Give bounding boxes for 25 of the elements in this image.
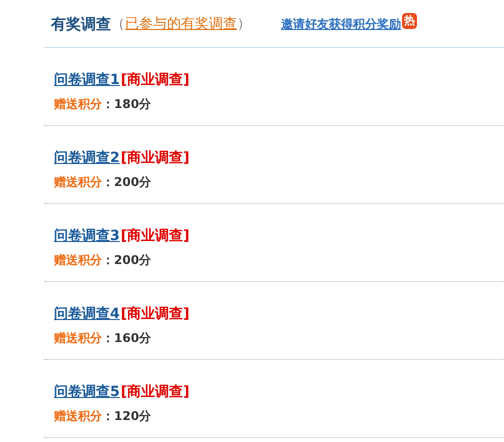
points-label: 赠送积分 <box>54 174 102 191</box>
survey-link[interactable]: 问卷调查5 <box>54 383 120 401</box>
points-value: ：200分 <box>102 174 152 191</box>
points-label: 赠送积分 <box>54 252 102 269</box>
survey-link[interactable]: 问卷调查3 <box>54 227 120 245</box>
survey-tag: [商业调查] <box>120 383 190 401</box>
survey-tag: [商业调查] <box>120 71 190 89</box>
hot-badge: 热 <box>402 13 417 29</box>
points-value: ：180分 <box>102 96 152 113</box>
points-label: 赠送积分 <box>54 96 102 113</box>
survey-tag: [商业调查] <box>120 149 190 167</box>
survey-tag: [商业调查] <box>120 227 190 245</box>
survey-link[interactable]: 问卷调查2 <box>54 149 120 167</box>
survey-link[interactable]: 问卷调查4 <box>54 305 120 323</box>
section-title: 有奖调查 <box>51 14 111 34</box>
paren-open: （ <box>111 15 125 33</box>
paren-close: ） <box>237 15 251 33</box>
points-label: 赠送积分 <box>54 408 102 425</box>
points-value: ：120分 <box>102 408 152 425</box>
points-value: ：160分 <box>102 330 152 347</box>
points-value: ：200分 <box>102 252 152 269</box>
survey-tag: [商业调查] <box>120 305 190 323</box>
survey-link[interactable]: 问卷调查1 <box>54 71 120 89</box>
invite-link[interactable]: 邀请好友获得积分奖励 <box>281 16 401 32</box>
points-label: 赠送积分 <box>54 330 102 347</box>
